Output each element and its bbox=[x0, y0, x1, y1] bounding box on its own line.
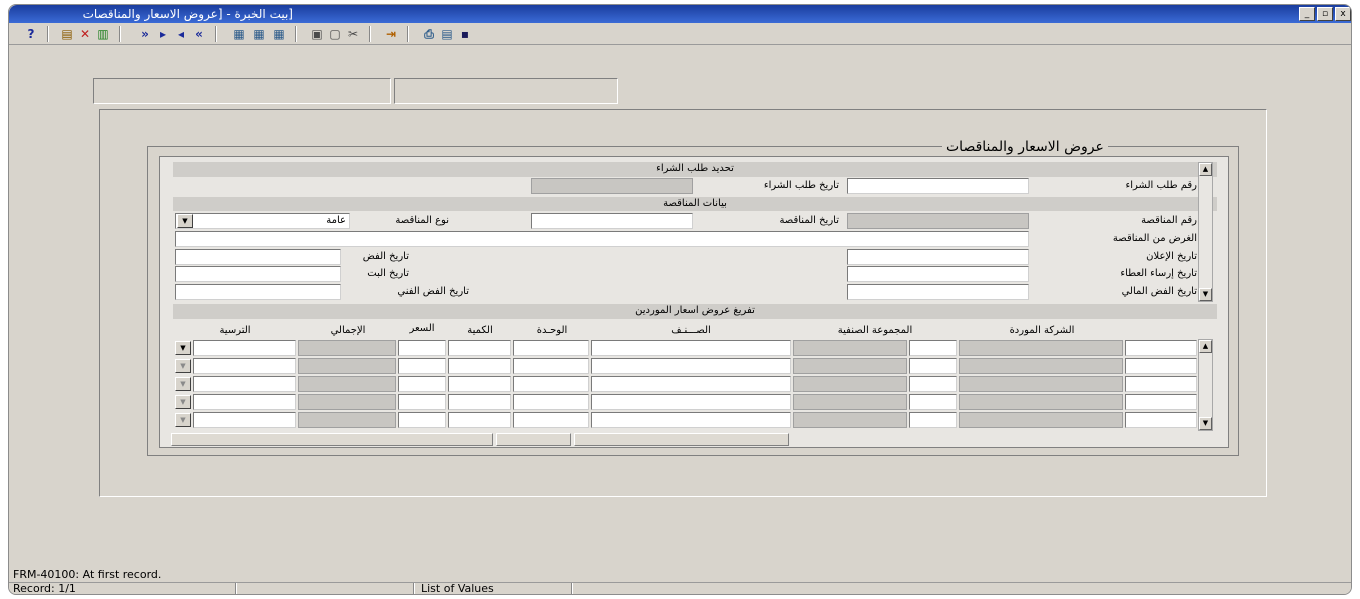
unit-cell[interactable] bbox=[513, 394, 589, 410]
company-cell bbox=[959, 394, 1123, 410]
category-code-cell[interactable] bbox=[909, 376, 957, 392]
qty-cell[interactable] bbox=[448, 394, 511, 410]
category-code-cell[interactable] bbox=[909, 394, 957, 410]
category-cell bbox=[793, 394, 907, 410]
chevron-down-icon[interactable]: ▼ bbox=[175, 395, 191, 409]
status-bar bbox=[9, 582, 1351, 594]
total-cell bbox=[298, 394, 396, 410]
total-cell bbox=[298, 376, 396, 392]
qty-cell[interactable] bbox=[448, 340, 511, 356]
item-cell[interactable] bbox=[591, 394, 791, 410]
category-code-cell[interactable] bbox=[909, 358, 957, 374]
price-cell[interactable] bbox=[398, 340, 446, 356]
award-cell[interactable] bbox=[193, 340, 296, 356]
grid-footer-mid bbox=[496, 433, 571, 446]
item-cell[interactable] bbox=[591, 412, 791, 428]
unit-cell[interactable] bbox=[513, 376, 589, 392]
grid-footer-left bbox=[171, 433, 493, 446]
row-extra-cell[interactable] bbox=[1125, 394, 1197, 410]
company-cell bbox=[959, 412, 1123, 428]
lov-indicator: List of Values bbox=[421, 582, 494, 595]
application-window: [بيت الخبرة - [عروض الاسعار والمناقصات _… bbox=[8, 4, 1352, 595]
award-cell[interactable] bbox=[193, 412, 296, 428]
category-cell bbox=[793, 340, 907, 356]
item-cell[interactable] bbox=[591, 376, 791, 392]
chevron-down-icon[interactable]: ▼ bbox=[175, 377, 191, 391]
item-cell[interactable] bbox=[591, 340, 791, 356]
grid-rows: ▼ ▼ ▼ ▼ ▼ bbox=[9, 5, 1351, 594]
scroll-down-icon[interactable]: ▼ bbox=[1199, 417, 1212, 430]
company-cell bbox=[959, 376, 1123, 392]
total-cell bbox=[298, 340, 396, 356]
category-code-cell[interactable] bbox=[909, 340, 957, 356]
status-message: FRM-40100: At first record. bbox=[13, 568, 162, 581]
record-indicator: Record: 1/1 bbox=[13, 582, 76, 595]
award-cell[interactable] bbox=[193, 358, 296, 374]
category-cell bbox=[793, 358, 907, 374]
row-extra-cell[interactable] bbox=[1125, 412, 1197, 428]
price-cell[interactable] bbox=[398, 358, 446, 374]
status-separator bbox=[571, 583, 573, 594]
item-cell[interactable] bbox=[591, 358, 791, 374]
status-separator bbox=[413, 583, 415, 594]
company-cell bbox=[959, 340, 1123, 356]
scroll-up-icon[interactable]: ▲ bbox=[1199, 340, 1212, 353]
unit-cell[interactable] bbox=[513, 340, 589, 356]
category-code-cell[interactable] bbox=[909, 412, 957, 428]
status-separator bbox=[235, 583, 237, 594]
price-cell[interactable] bbox=[398, 412, 446, 428]
category-cell bbox=[793, 412, 907, 428]
qty-cell[interactable] bbox=[448, 412, 511, 428]
unit-cell[interactable] bbox=[513, 358, 589, 374]
category-cell bbox=[793, 376, 907, 392]
chevron-down-icon[interactable]: ▼ bbox=[175, 413, 191, 427]
grid-footer-mid2 bbox=[574, 433, 789, 446]
qty-cell[interactable] bbox=[448, 376, 511, 392]
company-cell bbox=[959, 358, 1123, 374]
unit-cell[interactable] bbox=[513, 412, 589, 428]
total-cell bbox=[298, 358, 396, 374]
chevron-down-icon[interactable]: ▼ bbox=[175, 359, 191, 373]
price-cell[interactable] bbox=[398, 394, 446, 410]
row-extra-cell[interactable] bbox=[1125, 340, 1197, 356]
grid-scrollbar[interactable]: ▲ ▼ bbox=[1198, 339, 1213, 431]
price-cell[interactable] bbox=[398, 376, 446, 392]
qty-cell[interactable] bbox=[448, 358, 511, 374]
award-cell[interactable] bbox=[193, 376, 296, 392]
row-extra-cell[interactable] bbox=[1125, 376, 1197, 392]
total-cell bbox=[298, 412, 396, 428]
award-cell[interactable] bbox=[193, 394, 296, 410]
grid-footer-right bbox=[792, 433, 1217, 446]
chevron-down-icon[interactable]: ▼ bbox=[175, 341, 191, 355]
row-extra-cell[interactable] bbox=[1125, 358, 1197, 374]
